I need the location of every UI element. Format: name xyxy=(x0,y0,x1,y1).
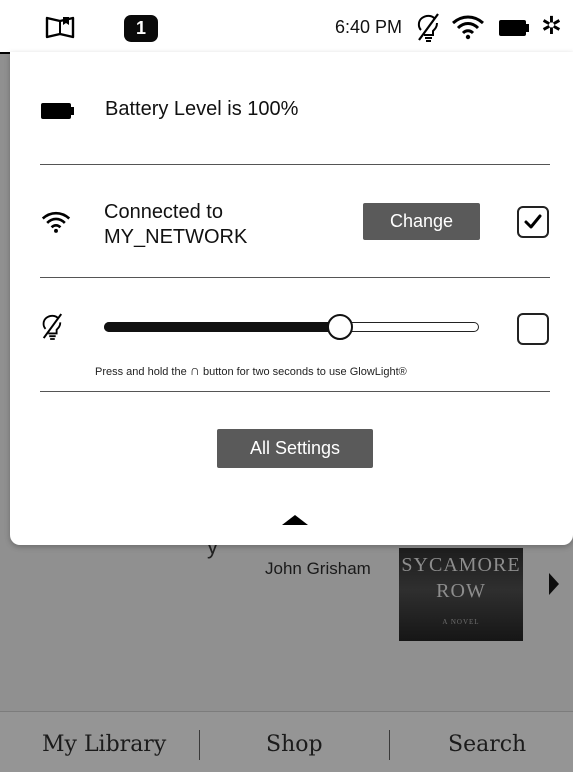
glowlight-slider-fill xyxy=(104,322,341,332)
glowlight-toggle-checkbox[interactable] xyxy=(517,313,549,345)
cover-subtitle: A NOVEL xyxy=(442,618,480,626)
glowlight-hint-after: button for two seconds to use GlowLight® xyxy=(199,366,407,378)
nav-divider xyxy=(199,730,200,760)
glowlight-hint: Press and hold the ∩ button for two seco… xyxy=(95,362,407,378)
cover-title-line1: SYCAMORE xyxy=(401,554,521,576)
nav-divider xyxy=(389,730,390,760)
nav-my-library[interactable]: My Library xyxy=(42,732,166,757)
battery-icon xyxy=(499,20,529,36)
glowlight-off-icon[interactable] xyxy=(415,12,441,44)
divider xyxy=(40,164,550,165)
bottom-navigation: My Library Shop Search xyxy=(0,711,573,772)
collapse-arrow-icon[interactable] xyxy=(282,514,308,526)
book-icon[interactable] xyxy=(44,14,76,40)
divider xyxy=(40,391,550,392)
wifi-toggle-checkbox[interactable] xyxy=(517,206,549,238)
notification-badge[interactable]: 1 xyxy=(124,15,158,42)
status-bar: 1 6:40 PM ✲ xyxy=(0,0,573,54)
wifi-icon[interactable] xyxy=(451,14,485,40)
wifi-status-label: Connected to xyxy=(104,201,223,223)
wifi-network-name: MY_NETWORK xyxy=(104,226,248,248)
clock-time: 6:40 PM xyxy=(335,17,403,37)
book-author: John Grisham xyxy=(265,559,371,578)
battery-level-text: Battery Level is 100% xyxy=(105,98,299,120)
cover-title-line2: ROW xyxy=(436,580,486,602)
quick-settings-panel: Battery Level is 100% Connected to MY_NE… xyxy=(10,52,573,545)
gear-icon[interactable]: ✲ xyxy=(541,11,562,41)
checkmark-icon xyxy=(524,214,542,229)
change-network-button[interactable]: Change xyxy=(363,203,480,240)
glowlight-hint-before: Press and hold the xyxy=(95,366,190,378)
divider xyxy=(40,277,550,278)
battery-icon xyxy=(41,103,74,119)
book-cover[interactable]: SYCAMORE ROW A NOVEL xyxy=(399,548,523,641)
nav-search[interactable]: Search xyxy=(448,732,526,757)
carousel-next-icon[interactable] xyxy=(548,570,560,598)
glowlight-slider-knob[interactable] xyxy=(327,314,354,340)
nook-button-symbol: ∩ xyxy=(189,362,200,378)
wifi-icon xyxy=(41,211,71,233)
glowlight-off-icon xyxy=(42,313,63,340)
nav-shop[interactable]: Shop xyxy=(266,732,323,757)
all-settings-button[interactable]: All Settings xyxy=(217,429,373,468)
